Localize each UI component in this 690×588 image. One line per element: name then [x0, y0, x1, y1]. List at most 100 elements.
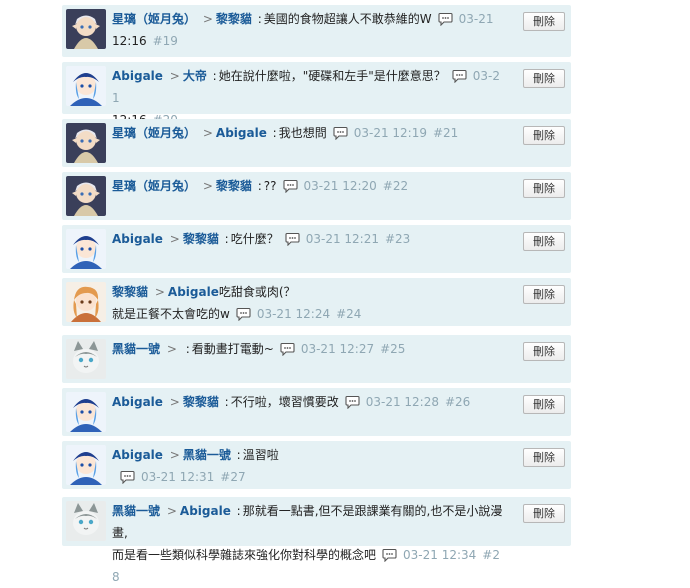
- reply-content: 黑貓一號 > : 看動畫打電動~ 03-21 12:27 #25: [112, 338, 507, 360]
- comment-bubble-icon[interactable]: [438, 11, 453, 27]
- reply-item: 黑貓一號 > : 看動畫打電動~ 03-21 12:27 #25 刪除: [62, 335, 571, 383]
- timestamp: 03-21 12:27: [300, 342, 375, 356]
- delete-button[interactable]: 刪除: [523, 12, 565, 31]
- reply-content: Abigale > 黎黎貓 : 不行啦，壞習慣要改 03-21 12:28 #26: [112, 391, 507, 413]
- comment-bubble-icon[interactable]: [452, 68, 467, 84]
- message-text: 看動畫打電動~: [191, 342, 274, 356]
- avatar[interactable]: [66, 339, 106, 379]
- recipient-name[interactable]: Abigale: [168, 285, 219, 299]
- colon-separator: :: [208, 69, 217, 83]
- sender-name[interactable]: Abigale: [112, 232, 163, 246]
- recipient-name[interactable]: 黎黎貓: [183, 395, 219, 409]
- delete-button[interactable]: 刪除: [523, 69, 565, 88]
- message-text: 不行啦，壞習慣要改: [230, 395, 339, 409]
- delete-button[interactable]: 刪除: [523, 232, 565, 251]
- recipient-name[interactable]: Abigale: [180, 504, 231, 518]
- reply-arrow: >: [169, 448, 180, 462]
- timestamp: 03-21 12:19: [353, 126, 427, 140]
- reply-item: 星璃（姬月兔） > 黎黎貓 :?? 03-21 12:20 #22 刪除: [62, 172, 571, 220]
- colon-separator: :: [268, 126, 277, 140]
- avatar[interactable]: [66, 123, 106, 163]
- avatar[interactable]: [66, 176, 106, 216]
- floor-number: #19: [152, 34, 178, 48]
- reply-arrow: >: [202, 179, 213, 193]
- sender-name[interactable]: Abigale: [112, 395, 163, 409]
- comment-bubble-icon[interactable]: [282, 178, 298, 194]
- delete-button[interactable]: 刪除: [523, 504, 565, 523]
- sender-name[interactable]: 黑貓一號: [112, 342, 160, 356]
- timestamp: 03-21 12:20: [303, 179, 377, 193]
- colon-separator: :: [220, 395, 229, 409]
- comment-bubble-icon[interactable]: [382, 547, 397, 563]
- sender-name[interactable]: 黎黎貓: [112, 285, 148, 299]
- avatar[interactable]: [66, 229, 106, 269]
- recipient-name[interactable]: 黎黎貓: [183, 232, 219, 246]
- reply-content: 黎黎貓 > Abigale吃甜食或肉(？ 就是正餐不太會吃的w 03-21 12:24…: [112, 281, 507, 325]
- delete-button[interactable]: 刪除: [523, 448, 565, 467]
- avatar[interactable]: [66, 501, 106, 541]
- recipient-name[interactable]: 大帝: [183, 69, 207, 83]
- colon-separator: :: [220, 232, 229, 246]
- recipient-name[interactable]: 黎黎貓: [216, 12, 252, 26]
- avatar[interactable]: [66, 445, 106, 485]
- comment-bubble-icon[interactable]: [285, 231, 300, 247]
- timestamp: 03-21 12:34: [403, 548, 477, 562]
- floor-number: #27: [220, 470, 246, 484]
- sender-name[interactable]: 星璃（姬月兔）: [112, 179, 196, 193]
- reply-content: 星璃（姬月兔） > 黎黎貓 : 美國的食物超讓人不敢恭維的W 03-21 12:16 #1…: [112, 8, 507, 52]
- reply-arrow: >: [169, 69, 180, 83]
- comment-bubble-icon[interactable]: [333, 125, 348, 141]
- floor-number: #21: [432, 126, 459, 140]
- avatar[interactable]: [66, 282, 106, 322]
- delete-button[interactable]: 刪除: [523, 285, 565, 304]
- reply-item: Abigale > 黎黎貓 : 不行啦，壞習慣要改 03-21 12:28 #26 刪除: [62, 388, 571, 436]
- sender-name[interactable]: Abigale: [112, 448, 163, 462]
- colon-separator: :: [253, 12, 262, 26]
- sender-name[interactable]: 星璃（姬月兔）: [112, 12, 196, 26]
- colon-separator: :: [232, 504, 241, 518]
- reply-arrow: >: [169, 232, 180, 246]
- recipient-name[interactable]: Abigale: [216, 126, 267, 140]
- reply-arrow: >: [166, 342, 177, 356]
- reply-arrow: >: [202, 12, 213, 26]
- reply-content: Abigale > 黎黎貓 : 吃什麼？ 03-21 12:21 #23: [112, 228, 507, 250]
- avatar[interactable]: [66, 392, 106, 432]
- reply-item: 黑貓一號 > Abigale : 那就看一點書,但不是跟課業有關的,也不是小說漫畫,…: [62, 497, 571, 584]
- floor-number: #23: [384, 232, 411, 246]
- message-text-continued: 而是看一些類似科學雜誌來強化你對科學的概念吧: [112, 548, 377, 562]
- reply-content: 黑貓一號 > Abigale : 那就看一點書,但不是跟課業有關的,也不是小說漫畫,…: [112, 500, 507, 588]
- timestamp: 03-21 12:24: [256, 307, 331, 321]
- reply-item: Abigale > 黎黎貓 : 吃什麼？ 03-21 12:21 #23 刪除: [62, 225, 571, 273]
- reply-item: Abigale >大帝 :她在說什麼啦，"硬碟和左手"是什麼意思？03-2112…: [62, 62, 571, 127]
- comment-bubble-icon[interactable]: [236, 306, 251, 322]
- message-text: 溫習啦: [242, 448, 279, 462]
- recipient-name[interactable]: 黎黎貓: [216, 179, 252, 193]
- sender-name[interactable]: 星璃（姬月兔）: [112, 126, 196, 140]
- reply-item: 黎黎貓 > Abigale吃甜食或肉(？ 就是正餐不太會吃的w 03-21 12:24…: [62, 278, 571, 326]
- sender-name[interactable]: Abigale: [112, 69, 163, 83]
- delete-button[interactable]: 刪除: [523, 179, 565, 198]
- delete-button[interactable]: 刪除: [523, 342, 565, 361]
- delete-button[interactable]: 刪除: [523, 395, 565, 414]
- comment-bubble-icon[interactable]: [280, 341, 295, 357]
- comment-bubble-icon[interactable]: [120, 469, 135, 485]
- reply-item: 星璃（姬月兔） > 黎黎貓 : 美國的食物超讓人不敢恭維的W 03-21 12:16 #1…: [62, 5, 571, 57]
- colon-separator: :: [232, 448, 241, 462]
- message-text: 吃甜食或肉(？: [218, 285, 296, 299]
- message-text: 她在說什麼啦，"硬碟和左手"是什麼意思？: [218, 69, 446, 83]
- timestamp: 03-21 12:28: [365, 395, 439, 409]
- avatar[interactable]: [66, 66, 106, 106]
- reply-content: 星璃（姬月兔） > Abigale : 我也想問 03-21 12:19 #21: [112, 122, 507, 144]
- message-text: 吃什麼？: [230, 232, 279, 246]
- delete-button[interactable]: 刪除: [523, 126, 565, 145]
- timestamp-date: 03-21: [458, 12, 494, 26]
- reply-item: 星璃（姬月兔） > Abigale : 我也想問 03-21 12:19 #21 刪除: [62, 119, 571, 167]
- floor-number: #22: [382, 179, 409, 193]
- floor-number: #24: [336, 307, 362, 321]
- reply-content: Abigale > 黑貓一號 : 溫習啦 03-21 12:31 #27: [112, 444, 507, 488]
- recipient-name[interactable]: 黑貓一號: [183, 448, 231, 462]
- avatar[interactable]: [66, 9, 106, 49]
- sender-name[interactable]: 黑貓一號: [112, 504, 160, 518]
- comment-bubble-icon[interactable]: [345, 394, 360, 410]
- timestamp-time: 12:16: [112, 34, 147, 48]
